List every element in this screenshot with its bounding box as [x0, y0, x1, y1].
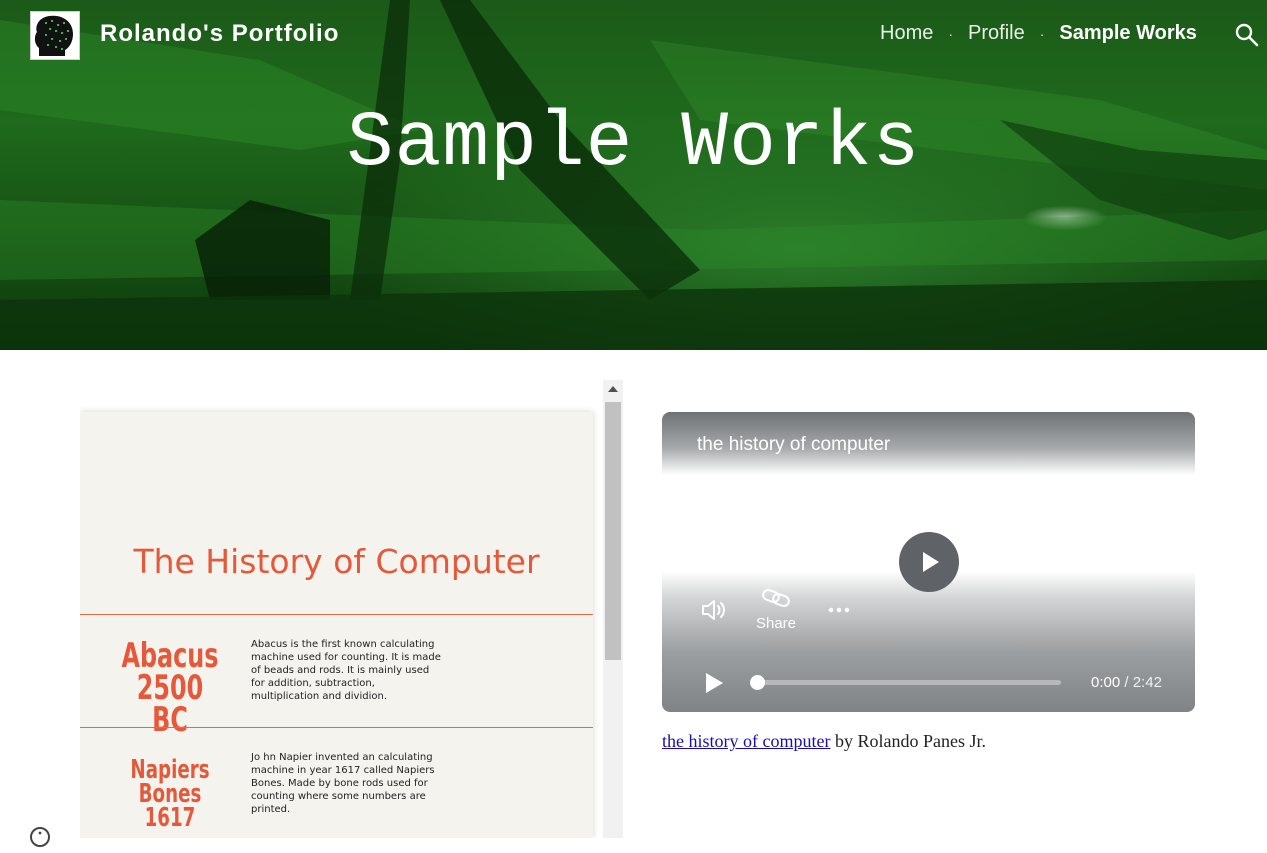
site-logo[interactable] [30, 11, 80, 60]
nav-profile[interactable]: Profile [968, 22, 1025, 45]
divider [80, 614, 593, 615]
scroll-up-button[interactable] [603, 380, 623, 400]
share-button[interactable]: Share [754, 585, 798, 635]
entry-heading: Abacus 2500 BC [115, 639, 224, 737]
triangle-up-icon [608, 386, 618, 392]
video-caption: the history of computer by Rolando Panes… [662, 731, 986, 752]
video-title[interactable]: the history of computer [697, 434, 890, 456]
site-title[interactable]: Rolando's Portfolio [100, 20, 339, 48]
progress-track[interactable] [757, 680, 1061, 685]
play-icon [706, 673, 723, 693]
duration: 2:42 [1132, 674, 1162, 691]
nav-separator: · [1039, 25, 1045, 42]
entry-heading-line: 1617 [144, 803, 196, 833]
play-icon [923, 552, 939, 572]
search-icon [1235, 23, 1259, 47]
caption-author: by Rolando Panes Jr. [830, 731, 986, 751]
time-separator: / [1124, 674, 1133, 691]
video-link[interactable]: the history of computer [662, 731, 830, 751]
hero-banner: Rolando's Portfolio Home · Profile · Sam… [0, 0, 1267, 350]
info-button[interactable] [29, 826, 51, 848]
volume-button[interactable] [699, 596, 727, 624]
share-label: Share [755, 615, 797, 632]
entry-heading: Napiers Bones 1617 [115, 757, 224, 833]
page-title: Sample Works [346, 100, 921, 188]
head-silhouette-logo-icon [34, 15, 73, 57]
video-player[interactable]: the history of computer Share 0:00 / 2:4… [662, 412, 1195, 712]
scroll-thumb[interactable] [605, 402, 621, 660]
progress-handle[interactable] [750, 675, 765, 690]
entry-text: Jo hn Napier invented an calculating mac… [251, 752, 435, 815]
current-time: 0:00 [1091, 674, 1121, 691]
document-title: The History of Computer [133, 542, 540, 581]
nav-home[interactable]: Home [880, 22, 933, 45]
time-display: 0:00 / 2:42 [1091, 674, 1162, 691]
link-icon [762, 588, 790, 608]
play-button-large[interactable] [899, 532, 959, 592]
document-scrollbar[interactable] [603, 380, 623, 838]
more-options-button[interactable] [825, 598, 855, 622]
document-page: The History of Computer Abacus 2500 BC A… [80, 412, 593, 838]
search-button[interactable] [1234, 22, 1260, 48]
play-button[interactable] [702, 671, 726, 695]
entry-text: Abacus is the first known calculating ma… [251, 639, 441, 702]
speaker-icon [702, 600, 725, 620]
top-nav: Home · Profile · Sample Works [880, 22, 1197, 45]
more-horizontal-icon [828, 607, 850, 613]
info-icon [30, 827, 50, 847]
divider [80, 727, 593, 728]
nav-sample-works[interactable]: Sample Works [1059, 22, 1196, 45]
embedded-document[interactable]: The History of Computer Abacus 2500 BC A… [80, 380, 623, 838]
nav-separator: · [948, 25, 954, 42]
